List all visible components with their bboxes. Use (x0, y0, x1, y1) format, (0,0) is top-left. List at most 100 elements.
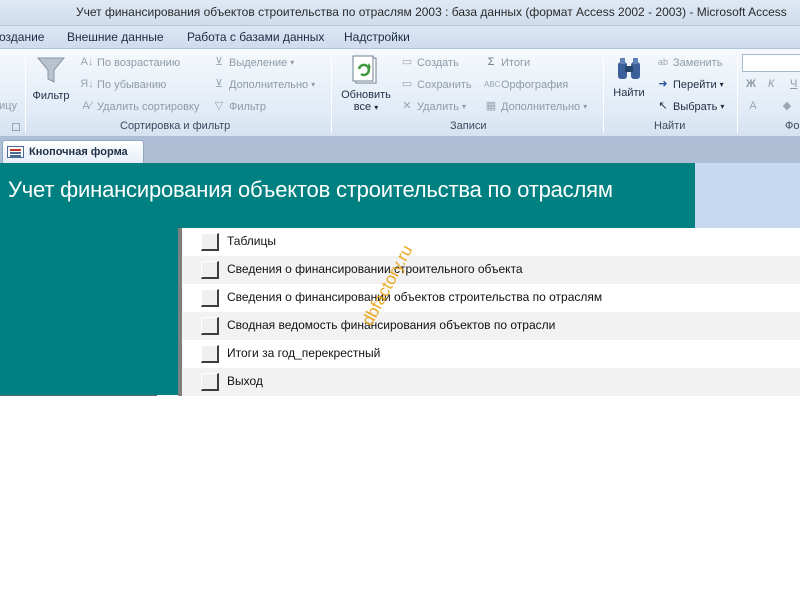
tab-external-data[interactable]: Внешние данные (67, 30, 164, 44)
window-title: Учет финансирования объектов строительст… (76, 5, 787, 19)
more-records-label: Дополнительно (501, 100, 581, 113)
cut-left-label: ицу (0, 100, 17, 112)
font-color-icon: A (749, 100, 757, 112)
menu-item-label: Итоги за год_перекрестный (227, 346, 381, 360)
menu-button[interactable] (201, 345, 219, 363)
menu-item-label: Таблицы (227, 234, 277, 248)
new-record-icon: ▭ (401, 56, 413, 68)
ribbon: ицу Фильтр A↓ По возрастанию Я↓ По убыва… (0, 49, 800, 137)
new-record-label: Создать (417, 56, 459, 69)
delete-record-label: Удалить (417, 100, 459, 113)
clear-sort-icon: A⁄ (82, 100, 92, 112)
refresh-icon (352, 55, 377, 84)
fill-color-icon: ◆ (782, 100, 792, 112)
form-heading: Учет финансирования объектов строительст… (8, 177, 613, 202)
cursor-icon: ↖ (658, 100, 668, 112)
header-accent-panel (695, 163, 800, 228)
find-label: Найти (613, 87, 645, 99)
menu-button[interactable] (201, 289, 219, 307)
chevron-down-icon: ▾ (719, 80, 724, 89)
advanced-label: Дополнительно (229, 78, 309, 91)
tab-database-tools[interactable]: Работа с базами данных (187, 30, 324, 44)
select-dropdown[interactable]: ↖ Выбрать ▾ (656, 100, 724, 113)
font-group-label: Фо (785, 120, 800, 132)
tab-add-ins[interactable]: Надстройки (344, 30, 410, 44)
dialog-launcher-icon[interactable] (12, 123, 20, 131)
document-tab-strip: Кнопочная форма (0, 137, 800, 163)
goto-label: Перейти (673, 78, 717, 91)
menu-button[interactable] (201, 233, 219, 251)
doc-tab-label: Кнопочная форма (29, 146, 128, 158)
spelling-button[interactable]: ABC Орфография (484, 78, 568, 91)
doc-tab-switchboard[interactable]: Кнопочная форма (2, 140, 144, 163)
sort-descending-button[interactable]: Я↓ По убыванию (80, 78, 166, 91)
records-group-label: Записи (450, 120, 487, 132)
spelling-icon: ABC (484, 80, 501, 89)
sort-ascending-button[interactable]: A↓ По возрастанию (80, 56, 181, 69)
chevron-down-icon: ▾ (462, 102, 467, 111)
sort-ascending-label: По возрастанию (97, 56, 181, 69)
save-record-label: Сохранить (417, 78, 472, 91)
totals-button[interactable]: Σ Итоги (484, 56, 531, 69)
clear-sort-button[interactable]: A⁄ Удалить сортировку (80, 100, 199, 113)
funnel-icon (36, 57, 66, 83)
chevron-down-icon: ▾ (720, 102, 725, 111)
save-record-button[interactable]: ▭ Сохранить (400, 78, 472, 91)
replace-icon: ab (657, 57, 668, 67)
underline-button[interactable]: Ч (790, 78, 797, 90)
menu-button[interactable] (201, 261, 219, 279)
menu-item-label: Сводная ведомость финансирования объекто… (227, 318, 556, 332)
clear-sort-label: Удалить сортировку (97, 100, 200, 113)
fill-color-button[interactable]: ◆ (780, 100, 794, 113)
menu-item-object-financing[interactable]: Сведения о финансировании строительного … (182, 256, 800, 284)
tab-create[interactable]: оздание (0, 30, 44, 44)
menu-item-year-totals[interactable]: Итоги за год_перекрестный (182, 340, 800, 368)
form-bottom-line (0, 395, 157, 396)
find-group-label: Найти (654, 120, 686, 132)
chevron-down-icon: ▾ (374, 103, 379, 112)
advanced-filter-dropdown[interactable]: ⊻ Дополнительно ▾ (212, 78, 315, 91)
refresh-all-button[interactable]: Обновить все ▾ (336, 54, 396, 113)
delete-record-dropdown[interactable]: ✕ Удалить ▾ (400, 100, 466, 113)
save-icon: ▭ (401, 78, 413, 90)
replace-button[interactable]: ab Заменить (656, 56, 722, 69)
menu-item-exit[interactable]: Выход (182, 368, 800, 396)
menu-button[interactable] (201, 373, 219, 391)
toggle-filter-label: Фильтр (229, 100, 266, 113)
sort-filter-group-label: Сортировка и фильтр (120, 120, 231, 132)
selection-label: Выделение (229, 56, 288, 69)
toggle-filter-button[interactable]: ▽ Фильтр (212, 100, 266, 113)
grid-icon: ▦ (485, 100, 497, 112)
more-records-dropdown[interactable]: ▦ Дополнительно ▾ (484, 100, 587, 113)
ribbon-tab-bar: оздание Внешние данные Работа с базами д… (0, 26, 800, 49)
group-separator (331, 53, 332, 133)
chevron-down-icon: ▾ (290, 58, 295, 67)
select-label: Выбрать (673, 100, 718, 113)
menu-item-industry-financing[interactable]: Сведения о финансировании объектов строи… (182, 284, 800, 312)
filter-button[interactable]: Фильтр (30, 55, 72, 102)
selection-dropdown[interactable]: ⊻ Выделение ▾ (212, 56, 294, 69)
menu-item-summary-statement[interactable]: Сводная ведомость финансирования объекто… (182, 312, 800, 340)
sort-az-icon: A↓ (80, 56, 94, 68)
goto-dropdown[interactable]: ➜ Перейти ▾ (656, 78, 724, 91)
form-left-panel (0, 228, 178, 395)
italic-button[interactable]: К (768, 78, 774, 90)
menu-item-tables[interactable]: Таблицы (182, 228, 800, 256)
find-button[interactable]: Найти (609, 54, 649, 99)
title-bar: Учет финансирования объектов строительст… (0, 0, 800, 26)
totals-label: Итоги (501, 56, 531, 69)
chevron-down-icon: ▾ (583, 102, 588, 111)
replace-label: Заменить (673, 56, 723, 69)
bold-button[interactable]: Ж (746, 78, 756, 90)
menu-item-label: Сведения о финансировании строительного … (227, 262, 523, 276)
group-separator (25, 53, 26, 133)
new-record-button[interactable]: ▭ Создать (400, 56, 459, 69)
font-color-button[interactable]: A (746, 100, 760, 113)
font-name-combobox[interactable] (742, 54, 800, 72)
spelling-label: Орфография (501, 78, 569, 91)
sigma-icon: Σ (487, 56, 495, 68)
arrow-right-icon: ➜ (658, 78, 668, 90)
sort-za-icon: Я↓ (80, 78, 94, 90)
menu-button[interactable] (201, 317, 219, 335)
refresh-label: Обновить (341, 89, 391, 101)
